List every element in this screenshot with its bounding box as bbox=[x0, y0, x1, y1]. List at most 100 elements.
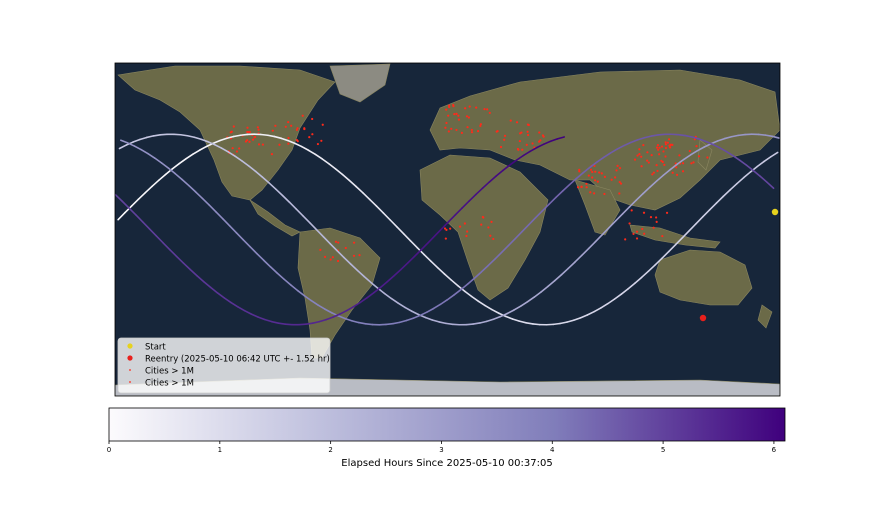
city-dot bbox=[662, 150, 665, 153]
city-dot bbox=[664, 141, 667, 144]
city-dot bbox=[274, 124, 277, 127]
city-dot bbox=[526, 130, 529, 133]
city-dot bbox=[230, 130, 233, 133]
city-dot bbox=[468, 105, 471, 108]
city-dot bbox=[458, 225, 462, 228]
city-dot bbox=[585, 186, 588, 189]
city-dot bbox=[655, 164, 658, 167]
ground-track-segment bbox=[657, 133, 666, 136]
start-marker bbox=[771, 208, 779, 216]
colorbar-tick-label: 3 bbox=[439, 446, 443, 454]
legend-reentry-label: Reentry (2025-05-10 06:42 UTC +- 1.52 hr… bbox=[145, 355, 330, 365]
city-dot bbox=[651, 173, 654, 176]
city-dot bbox=[615, 169, 618, 172]
city-dot bbox=[640, 165, 643, 168]
city-dot bbox=[656, 144, 660, 147]
colorbar-label: Elapsed Hours Since 2025-05-10 00:37:05 bbox=[341, 458, 552, 469]
city-dot bbox=[531, 142, 534, 145]
city-dot bbox=[238, 147, 241, 150]
city-dot bbox=[290, 124, 293, 127]
ground-track-segment bbox=[465, 323, 474, 326]
city-dot bbox=[463, 222, 466, 225]
city-dot bbox=[480, 223, 483, 226]
city-dot bbox=[628, 222, 631, 225]
ground-track-segment bbox=[277, 322, 287, 326]
city-dot bbox=[658, 153, 661, 156]
city-dot bbox=[499, 145, 503, 149]
city-dot bbox=[278, 143, 281, 146]
city-dot bbox=[515, 121, 519, 124]
city-dot bbox=[688, 149, 691, 153]
city-dot bbox=[663, 163, 666, 166]
city-dot bbox=[311, 133, 314, 136]
city-dot bbox=[231, 147, 234, 150]
city-dot bbox=[509, 119, 512, 122]
city-dot bbox=[352, 241, 356, 244]
city-dot bbox=[455, 112, 458, 115]
city-dot bbox=[444, 126, 447, 129]
city-dot bbox=[603, 175, 607, 178]
city-dot bbox=[636, 154, 639, 157]
colorbar-tick-label: 1 bbox=[218, 446, 222, 454]
city-dot bbox=[445, 108, 448, 111]
city-dot bbox=[329, 258, 332, 261]
city-dot bbox=[270, 152, 274, 156]
city-dot bbox=[448, 105, 451, 109]
city-dot bbox=[538, 131, 541, 134]
city-dot bbox=[630, 209, 633, 212]
city-dot bbox=[664, 143, 668, 146]
legend-reentry-marker bbox=[127, 355, 133, 361]
city-dot bbox=[449, 227, 452, 230]
city-dot bbox=[675, 166, 678, 169]
city-dot bbox=[320, 139, 323, 142]
city-dot bbox=[619, 182, 623, 185]
city-dot bbox=[319, 248, 322, 251]
city-dot bbox=[521, 148, 524, 151]
city-dot bbox=[358, 254, 361, 257]
city-dot bbox=[585, 182, 588, 185]
city-dot bbox=[661, 234, 664, 238]
city-dot bbox=[334, 240, 338, 243]
city-dot bbox=[248, 140, 251, 143]
city-dot bbox=[453, 113, 456, 116]
ground-track-segment bbox=[650, 134, 659, 137]
city-dot bbox=[640, 155, 643, 158]
legend-cities-label-2: Cities > 1M bbox=[145, 379, 194, 389]
city-dot bbox=[525, 143, 528, 146]
city-dot bbox=[479, 123, 482, 126]
city-dot bbox=[665, 211, 669, 214]
city-dot bbox=[296, 140, 299, 143]
city-dot bbox=[464, 107, 467, 110]
city-dot bbox=[466, 230, 469, 233]
city-dot bbox=[495, 130, 498, 133]
city-dot bbox=[465, 234, 468, 238]
colorbar: 0 1 2 3 4 5 6 Elapsed Hours Since 2025-05-10 0… bbox=[107, 407, 786, 469]
city-dot bbox=[632, 232, 635, 235]
city-dot bbox=[311, 117, 314, 121]
city-dot bbox=[244, 140, 248, 143]
legend: Start Reentry (2025-05-10 06:42 UTC +- 1… bbox=[117, 337, 331, 394]
city-dot bbox=[336, 259, 340, 263]
city-dot bbox=[257, 128, 260, 131]
city-dot bbox=[600, 172, 603, 175]
city-dot bbox=[618, 192, 621, 195]
city-dot bbox=[321, 123, 324, 126]
ground-track-segment bbox=[472, 322, 481, 325]
city-dot bbox=[287, 121, 290, 124]
city-dot bbox=[660, 145, 664, 148]
city-dot bbox=[489, 234, 492, 237]
city-dot bbox=[444, 237, 447, 240]
city-dot bbox=[576, 186, 580, 189]
city-dot bbox=[603, 192, 606, 196]
city-dot bbox=[254, 135, 257, 139]
city-dot bbox=[642, 143, 645, 147]
city-dot bbox=[261, 143, 265, 146]
city-dot bbox=[646, 151, 649, 154]
city-dot bbox=[706, 156, 709, 159]
colorbar-ticks: 0 1 2 3 4 5 6 bbox=[107, 441, 777, 454]
city-dot bbox=[247, 130, 250, 134]
ground-track-segment bbox=[159, 133, 168, 136]
city-dot bbox=[256, 126, 259, 129]
reentry-marker bbox=[699, 314, 707, 322]
city-dot bbox=[490, 220, 493, 223]
